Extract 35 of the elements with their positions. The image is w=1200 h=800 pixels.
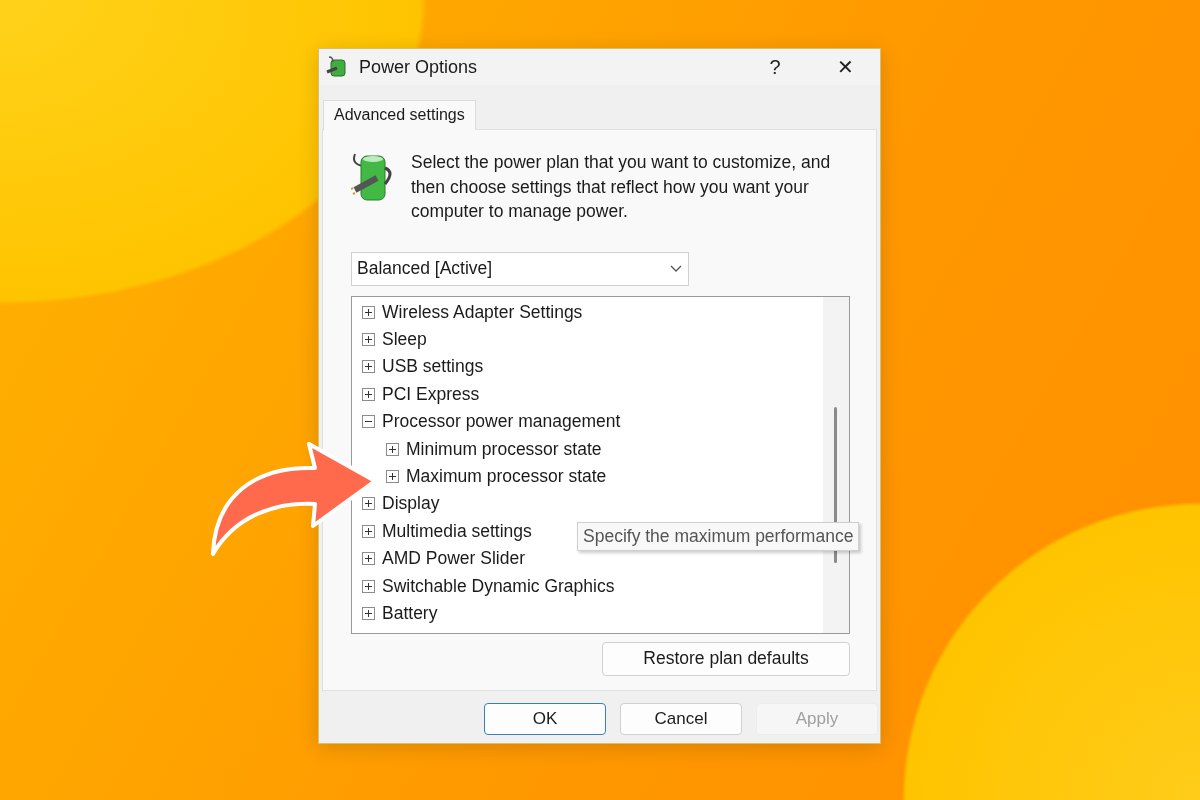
window-title: Power Options [359, 56, 479, 78]
expand-icon[interactable] [362, 333, 375, 347]
intro-text: Select the power plan that you want to customize, and then choose settings that reflect how you want your computer to manage power. [411, 151, 832, 223]
plan-dropdown[interactable]: Balanced [Active] [351, 251, 689, 286]
expand-icon[interactable] [362, 360, 375, 374]
dialog-button[interactable]: Cancel [620, 702, 742, 735]
expand-icon[interactable] [386, 442, 399, 456]
tooltip: Specify the maximum performance [577, 522, 860, 551]
expand-icon[interactable] [362, 579, 375, 593]
tree-item[interactable]: Battery [382, 603, 438, 624]
help-button[interactable]: ? [740, 49, 810, 85]
tree-item[interactable]: Sleep [382, 329, 427, 351]
tree-item[interactable]: Minimum processor state [406, 438, 602, 460]
expand-icon[interactable] [386, 470, 399, 484]
tree-item[interactable]: Multimedia settings [382, 520, 532, 542]
close-button[interactable]: ✕ [810, 49, 880, 85]
expand-icon[interactable] [362, 607, 375, 620]
tree-item[interactable]: AMD Power Slider [382, 548, 525, 570]
tree-item[interactable]: Wireless Adapter Settings [382, 301, 583, 323]
tree-item[interactable]: Maximum processor state [406, 466, 607, 488]
expand-icon[interactable] [362, 552, 375, 566]
tab[interactable]: Advanced settings [323, 100, 476, 130]
expand-icon[interactable] [362, 497, 375, 511]
restore-defaults-button[interactable]: Restore plan defaults [602, 641, 850, 676]
expand-icon[interactable] [362, 305, 375, 319]
dialog-button[interactable]: OK [484, 702, 606, 735]
tree-item[interactable]: Processor power management [382, 411, 621, 433]
expand-icon[interactable] [362, 387, 375, 401]
tree-item[interactable]: Switchable Dynamic Graphics [382, 575, 615, 597]
tree-item[interactable]: Display [382, 493, 440, 515]
tree-item[interactable]: USB settings [382, 356, 484, 378]
collapse-icon[interactable] [362, 415, 375, 429]
tree-item[interactable]: PCI Express [382, 383, 480, 405]
chevron-down-icon [670, 264, 682, 273]
expand-icon[interactable] [362, 524, 375, 538]
